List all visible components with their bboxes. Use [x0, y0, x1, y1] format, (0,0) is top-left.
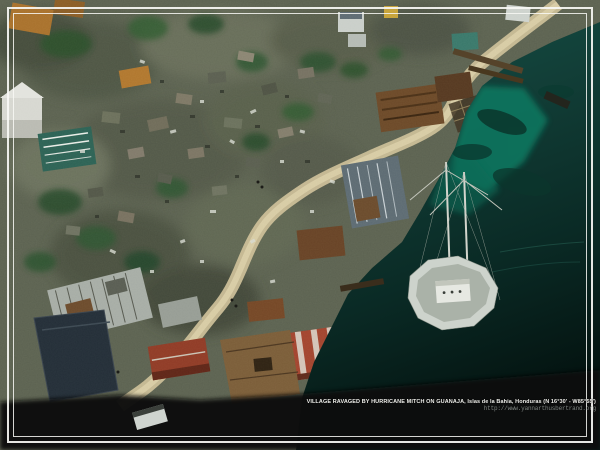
caption-url: http://www.yannarthusbertrand.org [307, 406, 596, 413]
aerial-photo [0, 0, 600, 450]
framed-photo-page: VILLAGE RAVAGED BY HURRICANE MITCH ON GU… [0, 0, 600, 450]
photo-caption: VILLAGE RAVAGED BY HURRICANE MITCH ON GU… [307, 399, 596, 412]
